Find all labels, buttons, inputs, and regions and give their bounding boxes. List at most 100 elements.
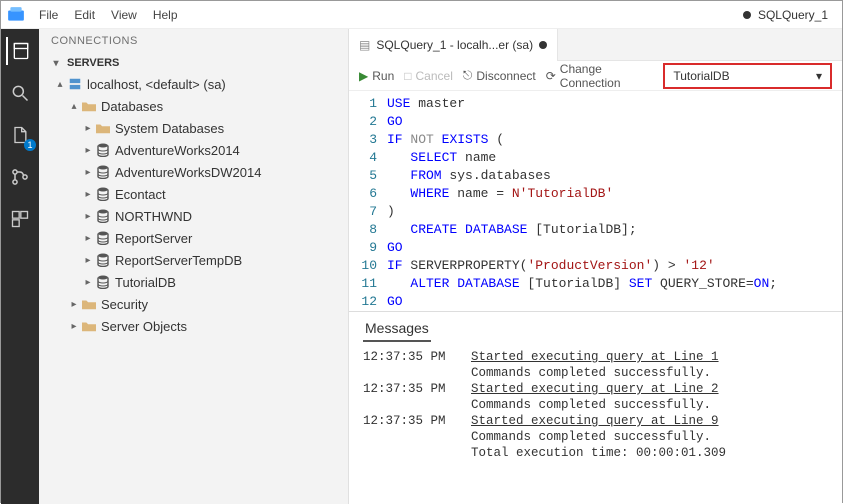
message-text: Started executing query at Line 9: [471, 414, 828, 428]
editor-tab[interactable]: ▤ SQLQuery_1 - localh...er (sa): [349, 29, 558, 61]
database-node[interactable]: ▸ Econtact: [39, 183, 348, 205]
database-dropdown[interactable]: TutorialDB ▾: [663, 63, 832, 89]
database-icon: [95, 274, 111, 290]
database-label: Econtact: [115, 187, 166, 202]
server-node[interactable]: ▴ localhost, <default> (sa): [39, 73, 348, 95]
message-time: 12:37:35 PM: [363, 350, 453, 364]
chevron-right-icon: ▸: [81, 233, 95, 244]
database-icon: [95, 230, 111, 246]
sql-file-icon: ▤: [359, 38, 370, 52]
menu-view[interactable]: View: [103, 4, 145, 26]
database-label: ReportServerTempDB: [115, 253, 242, 268]
chevron-right-icon: ▸: [81, 211, 95, 222]
dirty-indicator-icon: [743, 11, 751, 19]
code-content[interactable]: USE masterGOIF NOT EXISTS ( SELECT name …: [387, 95, 842, 311]
message-row: 12:37:35 PM Started executing query at Li…: [363, 414, 828, 428]
database-node[interactable]: ▸ System Databases: [39, 117, 348, 139]
message-time: [363, 430, 453, 444]
change-connection-button[interactable]: ⟳Change Connection: [546, 62, 654, 90]
database-node[interactable]: ▸AdventureWorksDW2014: [39, 161, 348, 183]
database-icon: [95, 252, 111, 268]
database-label: System Databases: [115, 121, 224, 136]
message-time: 12:37:35 PM: [363, 414, 453, 428]
database-icon: [95, 186, 111, 202]
menubar: File Edit View Help SQLQuery_1: [1, 1, 842, 29]
message-time: 12:37:35 PM: [363, 382, 453, 396]
editor-area: ▤ SQLQuery_1 - localh...er (sa) ▶Run □ Ca…: [349, 29, 842, 504]
activity-badge: 1: [24, 139, 36, 151]
database-node[interactable]: ▸ AdventureWorks2014: [39, 139, 348, 161]
security-label: Security: [101, 297, 148, 312]
chevron-right-icon: ▸: [81, 255, 95, 266]
database-node[interactable]: ▸ ReportServer: [39, 227, 348, 249]
databases-label: Databases: [101, 99, 163, 114]
disconnect-button[interactable]: ⎋Disconnect: [463, 68, 536, 83]
servers-section[interactable]: ▾ SERVERS: [39, 53, 348, 73]
chevron-down-icon: ▾: [816, 69, 822, 83]
chevron-right-icon: ▸: [81, 145, 95, 156]
message-row: 12:37:35 PM Started executing query at Li…: [363, 350, 828, 364]
database-icon: [95, 208, 111, 224]
folder-icon: [81, 98, 97, 114]
disconnect-icon: ⎋: [463, 68, 473, 83]
message-time: [363, 366, 453, 380]
chevron-down-icon: ▾: [49, 58, 63, 69]
database-node[interactable]: ▸TutorialDB: [39, 271, 348, 293]
message-text: Commands completed successfully.: [471, 398, 828, 412]
chevron-right-icon: ▸: [67, 321, 81, 332]
server-objects-folder[interactable]: ▸ Server Objects: [39, 315, 348, 337]
chevron-down-icon: ▴: [67, 101, 81, 112]
chevron-right-icon: ▸: [81, 123, 95, 134]
activity-search[interactable]: [6, 79, 34, 107]
run-button[interactable]: ▶Run: [359, 69, 394, 83]
app-icon: [7, 6, 25, 24]
database-node[interactable]: ▸ ReportServerTempDB: [39, 249, 348, 271]
stop-icon: □: [404, 69, 411, 83]
menu-help[interactable]: Help: [145, 4, 186, 26]
database-label: AdventureWorksDW2014: [115, 165, 261, 180]
servers-label: SERVERS: [67, 57, 119, 69]
disconnect-label: Disconnect: [476, 69, 535, 83]
play-icon: ▶: [359, 69, 368, 83]
sidebar: CONNECTIONS ▾ SERVERS ▴ localhost, <defa…: [39, 29, 349, 504]
chevron-right-icon: ▸: [67, 299, 81, 310]
folder-icon: [81, 296, 97, 312]
menu-edit[interactable]: Edit: [66, 4, 103, 26]
code-editor[interactable]: 123456789101112 USE masterGOIF NOT EXIST…: [349, 91, 842, 311]
database-icon: [95, 164, 111, 180]
title-right: SQLQuery_1: [743, 8, 836, 22]
database-icon: [95, 142, 111, 158]
activity-extensions[interactable]: [6, 205, 34, 233]
message-row: 12:37:35 PM Started executing query at Li…: [363, 382, 828, 396]
messages-panel: Messages 12:37:35 PMStarted executing qu…: [349, 311, 842, 476]
activity-source-control[interactable]: [6, 163, 34, 191]
message-time: [363, 446, 453, 460]
message-text: Started executing query at Line 1: [471, 350, 828, 364]
databases-folder[interactable]: ▴ Databases: [39, 95, 348, 117]
database-node[interactable]: ▸NORTHWND: [39, 205, 348, 227]
message-row: Commands completed successfully.: [363, 366, 828, 380]
cancel-label: Cancel: [416, 69, 453, 83]
folder-icon: [81, 318, 97, 334]
database-label: ReportServer: [115, 231, 192, 246]
database-label: AdventureWorks2014: [115, 143, 240, 158]
title-right-text: SQLQuery_1: [758, 8, 828, 22]
activity-notebooks[interactable]: 1: [6, 121, 34, 149]
server-icon: [67, 76, 83, 92]
server-tree: ▴ localhost, <default> (sa) ▴ Databases …: [39, 73, 348, 337]
query-toolbar: ▶Run □ Cancel ⎋Disconnect ⟳Change Connect…: [349, 61, 842, 91]
chevron-right-icon: ▸: [81, 189, 95, 200]
activity-servers[interactable]: [6, 37, 34, 65]
message-row: Commands completed successfully.: [363, 398, 828, 412]
menu-file[interactable]: File: [31, 4, 66, 26]
chevron-down-icon: ▴: [53, 79, 67, 90]
message-text: Started executing query at Line 2: [471, 382, 828, 396]
cancel-button: □ Cancel: [404, 69, 453, 83]
security-folder[interactable]: ▸ Security: [39, 293, 348, 315]
message-row: Total execution time: 00:00:01.309: [363, 446, 828, 460]
message-row: Commands completed successfully.: [363, 430, 828, 444]
line-gutter: 123456789101112: [349, 95, 387, 311]
change-connection-icon: ⟳: [546, 69, 556, 83]
database-selected: TutorialDB: [673, 69, 729, 83]
sidebar-title: CONNECTIONS: [39, 29, 348, 53]
